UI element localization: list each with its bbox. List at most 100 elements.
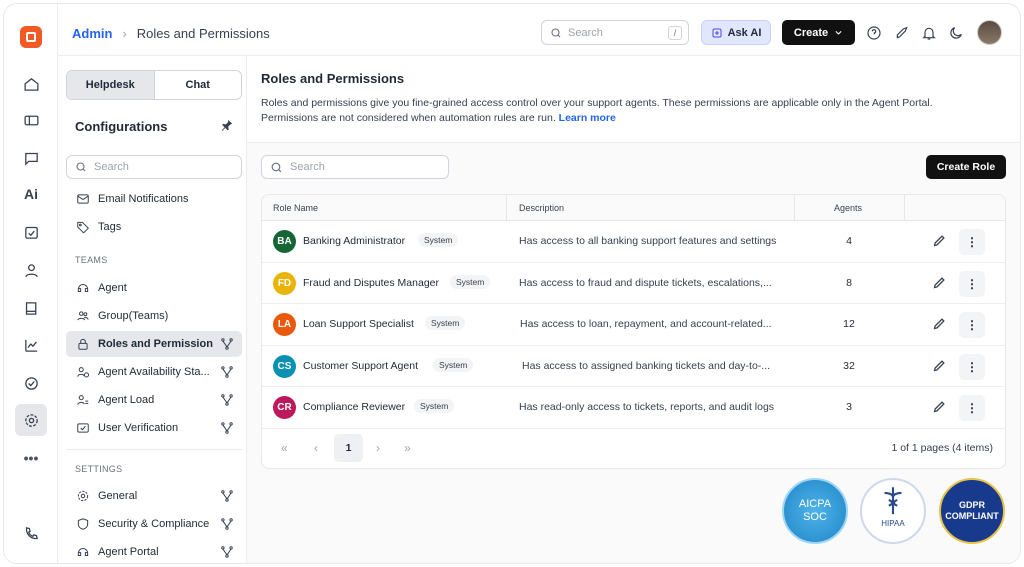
sidebar-search-input[interactable]: Search <box>66 155 242 179</box>
column-divider <box>794 195 795 221</box>
table-row[interactable]: CR Compliance Reviewer System Has read-o… <box>262 387 1005 429</box>
column-description: Description <box>519 203 565 213</box>
breadcrumb: Admin › Roles and Permissions <box>72 26 270 41</box>
search-icon <box>76 162 86 172</box>
workflow-icon[interactable] <box>220 517 234 531</box>
pagination: « ‹ 1 › » 1 of 1 pages (4 items) <box>262 429 1005 468</box>
create-role-button[interactable]: Create Role <box>926 155 1006 179</box>
global-search-input[interactable]: Search / <box>541 20 689 45</box>
section-heading-teams: TEAMS <box>75 255 108 265</box>
sidebar-item-label: Tags <box>98 221 122 233</box>
table-row[interactable]: LA Loan Support Specialist System Has ac… <box>262 304 1005 346</box>
phone-icon[interactable] <box>17 519 45 547</box>
more-actions-icon[interactable]: ⋮ <box>959 395 985 421</box>
edit-icon[interactable] <box>932 399 947 417</box>
analytics-icon[interactable] <box>17 331 45 359</box>
sidebar-item-email-notifications[interactable]: Email Notifications <box>66 186 242 212</box>
tab-chat[interactable]: Chat <box>153 71 242 99</box>
more-icon[interactable]: ••• <box>17 444 45 472</box>
edit-icon[interactable] <box>932 316 947 334</box>
sidebar-item-label: Roles and Permission <box>98 338 213 350</box>
app-logo-icon[interactable] <box>20 26 42 48</box>
mail-settings-icon <box>77 194 89 204</box>
sidebar-item-roles-and-permission[interactable]: Roles and Permission <box>66 331 242 357</box>
workflow-icon[interactable] <box>220 421 234 435</box>
rocket-icon[interactable] <box>893 24 911 42</box>
moon-icon[interactable] <box>947 24 965 42</box>
sidebar-item-tags[interactable]: Tags <box>66 214 242 240</box>
sidebar-item-user-verification[interactable]: User Verification <box>66 415 242 441</box>
home-icon[interactable] <box>17 70 45 98</box>
edit-icon[interactable] <box>932 275 947 293</box>
sparkle-icon <box>712 28 722 37</box>
breadcrumb-admin[interactable]: Admin <box>72 26 112 41</box>
table-row[interactable]: CS Customer Support Agent System Has acc… <box>262 346 1005 387</box>
workflow-icon[interactable] <box>220 365 234 379</box>
more-actions-icon[interactable]: ⋮ <box>959 270 985 297</box>
system-badge: System <box>414 399 455 413</box>
next-page-button[interactable]: › <box>376 441 380 455</box>
system-badge: System <box>433 357 474 372</box>
pin-icon[interactable] <box>220 118 234 137</box>
bell-icon[interactable] <box>920 24 938 42</box>
sidebar-item-security-compliance[interactable]: Security & Compliance <box>66 511 242 537</box>
settings-gear-icon[interactable] <box>15 404 47 436</box>
sidebar-item-groups[interactable]: Group(Teams) <box>66 303 242 329</box>
workflow-icon[interactable] <box>220 489 234 503</box>
calendar-check-icon[interactable] <box>17 218 45 246</box>
workflow-icon[interactable] <box>220 393 234 407</box>
book-icon[interactable] <box>17 294 45 322</box>
section-heading-settings: SETTINGS <box>75 464 123 474</box>
ask-ai-button[interactable]: Ask AI <box>701 20 771 45</box>
column-agents: Agents <box>834 203 863 213</box>
sidebar-item-label: General <box>98 490 138 502</box>
role-name: Banking Administrator <box>303 235 406 247</box>
prev-page-button[interactable]: ‹ <box>314 441 318 455</box>
main-content: Roles and Permissions Roles and permissi… <box>247 56 1020 563</box>
more-actions-icon[interactable]: ⋮ <box>959 312 985 338</box>
ticket-icon[interactable] <box>17 106 45 134</box>
more-actions-icon[interactable]: ⋮ <box>959 229 985 255</box>
sidebar-item-agent-portal[interactable]: Agent Portal <box>66 539 242 563</box>
gdpr-text: GDPR <box>958 500 985 510</box>
current-page-button[interactable]: 1 <box>334 434 363 462</box>
workflow-icon[interactable] <box>220 545 234 559</box>
create-button[interactable]: Create <box>782 20 855 45</box>
gear-icon <box>77 490 89 502</box>
sidebar-item-agent[interactable]: Agent <box>66 275 242 301</box>
sidebar-item-label: Agent Portal <box>98 546 159 558</box>
workflow-icon[interactable] <box>220 337 234 351</box>
edit-icon[interactable] <box>932 358 947 376</box>
pagination-info: 1 of 1 pages (4 items) <box>891 442 993 454</box>
table-row[interactable]: BA Banking Administrator System Has acce… <box>262 221 1005 263</box>
sidebar-item-agent-load[interactable]: Agent Load <box>66 387 242 413</box>
help-icon[interactable] <box>865 24 883 42</box>
tab-helpdesk[interactable]: Helpdesk <box>67 71 154 99</box>
role-description: Has read-only access to tickets, reports… <box>519 401 775 413</box>
group-icon <box>77 311 89 321</box>
user-avatar[interactable] <box>977 20 1002 45</box>
search-shortcut: / <box>668 26 682 40</box>
first-page-button[interactable]: « <box>281 441 288 455</box>
roles-search-input[interactable]: Search <box>261 155 449 179</box>
role-name: Compliance Reviewer <box>303 401 406 413</box>
more-actions-icon[interactable]: ⋮ <box>959 353 985 380</box>
user-clock-icon <box>77 367 90 378</box>
check-circle-icon[interactable] <box>17 369 45 397</box>
config-sidebar: Helpdesk Chat Configurations Search Emai… <box>58 56 247 563</box>
caduceus-icon <box>884 487 902 515</box>
sidebar-item-agent-availability[interactable]: Agent Availability Sta... <box>66 359 242 385</box>
user-icon[interactable] <box>17 256 45 284</box>
last-page-button[interactable]: » <box>404 441 411 455</box>
sidebar-item-general[interactable]: General <box>66 483 242 509</box>
edit-icon[interactable] <box>932 233 947 251</box>
role-avatar: FD <box>273 271 296 295</box>
ai-icon[interactable]: Ai <box>17 180 45 208</box>
headset-icon <box>77 548 89 556</box>
sidebar-item-label: Group(Teams) <box>98 310 169 322</box>
verify-icon <box>77 423 89 433</box>
chat-icon[interactable] <box>17 144 45 172</box>
learn-more-link[interactable]: Learn more <box>559 112 616 124</box>
user-load-icon <box>77 395 89 405</box>
table-row[interactable]: FD Fraud and Disputes Manager System Has… <box>262 263 1005 304</box>
